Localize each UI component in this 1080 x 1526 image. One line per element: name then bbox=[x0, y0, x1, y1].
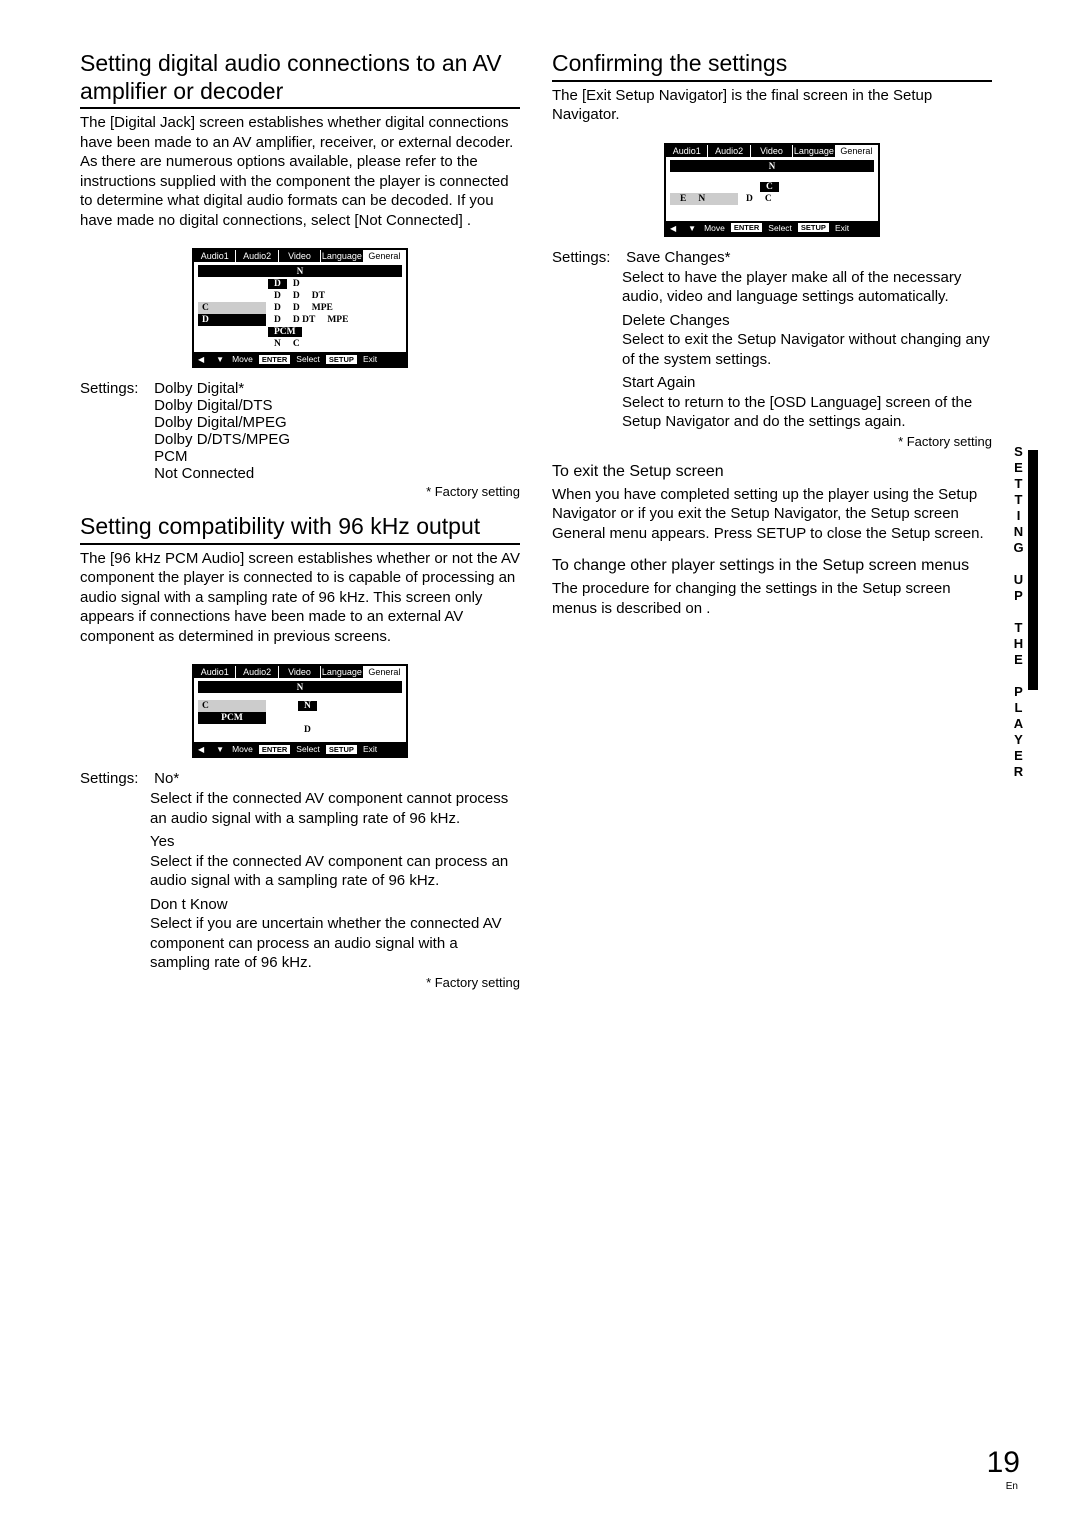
osd-foot-setup: SETUP bbox=[798, 223, 829, 232]
osd-tab: Audio1 bbox=[194, 250, 236, 262]
page-language: En bbox=[1006, 1481, 1018, 1492]
factory-setting-note: * Factory setting bbox=[80, 975, 520, 990]
osd-foot-setup: SETUP bbox=[326, 745, 357, 754]
osd-tab: Language bbox=[321, 250, 363, 262]
osd-tab: Language bbox=[793, 145, 835, 157]
setting-option-head: No* bbox=[154, 770, 179, 787]
osd-foot-enter: ENTER bbox=[259, 745, 290, 754]
setting-option: Dolby Digital/DTS bbox=[154, 397, 272, 414]
osd-screen-digital-jack: Audio1 Audio2 Video Language General N D… bbox=[192, 248, 408, 368]
para-96khz: The [96 kHz PCM Audio] screen establishe… bbox=[80, 549, 520, 647]
factory-setting-note: * Factory setting bbox=[552, 434, 992, 449]
setting-option: Don t Know bbox=[150, 895, 520, 915]
osd-screen-96khz: Audio1 Audio2 Video Language General N C… bbox=[192, 664, 408, 758]
side-tab-text: SETTING UP THE PLAYER bbox=[1011, 444, 1026, 780]
osd-foot-select: Select bbox=[296, 744, 320, 754]
heading-change-other: To change other player settings in the S… bbox=[552, 557, 992, 575]
osd-tab: Audio2 bbox=[236, 250, 278, 262]
osd-tab: Audio1 bbox=[666, 145, 708, 157]
para-digital-audio: The [Digital Jack] screen establishes wh… bbox=[80, 113, 520, 230]
setting-option: Delete Changes bbox=[622, 311, 992, 331]
osd-screen-exit-navigator: Audio1 Audio2 Video Language General N C… bbox=[664, 143, 880, 237]
setting-option: Not Connected bbox=[154, 465, 254, 482]
setting-option: PCM bbox=[154, 448, 187, 465]
settings-digital-jack: Settings: Dolby Digital* Dolby Digital/D… bbox=[80, 380, 520, 482]
osd-tab: Audio2 bbox=[236, 666, 278, 678]
settings-confirm: Settings: Save Changes* bbox=[552, 249, 992, 266]
osd-foot-move: Move bbox=[704, 223, 725, 233]
osd-tab-active: General bbox=[836, 145, 878, 157]
setting-desc: Select if the connected AV component can… bbox=[150, 852, 520, 891]
osd-tab: Audio2 bbox=[708, 145, 750, 157]
osd-foot-setup: SETUP bbox=[326, 355, 357, 364]
para-exit-setup: When you have completed setting up the p… bbox=[552, 485, 992, 544]
setting-option: Dolby D/DTS/MPEG bbox=[154, 431, 290, 448]
osd-tab: Video bbox=[279, 666, 321, 678]
osd-foot-exit: Exit bbox=[363, 744, 377, 754]
settings-label: Settings: bbox=[552, 249, 622, 266]
setting-option: Start Again bbox=[622, 373, 992, 393]
osd-tab: Audio1 bbox=[194, 666, 236, 678]
settings-label: Settings: bbox=[80, 380, 150, 397]
para-confirming: The [Exit Setup Navigator] is the final … bbox=[552, 86, 992, 125]
side-tab: SETTING UP THE PLAYER bbox=[1010, 450, 1038, 690]
setting-option-head: Save Changes* bbox=[626, 249, 730, 266]
para-change-other: The procedure for changing the settings … bbox=[552, 579, 992, 618]
heading-confirming: Confirming the settings bbox=[552, 50, 992, 82]
osd-foot-move: Move bbox=[232, 354, 253, 364]
settings-96khz: Settings: No* bbox=[80, 770, 520, 787]
osd-foot-select: Select bbox=[296, 354, 320, 364]
osd-tab-active: General bbox=[364, 250, 406, 262]
setting-desc: Select if you are uncertain whether the … bbox=[150, 914, 520, 973]
heading-exit-setup: To exit the Setup screen bbox=[552, 463, 992, 481]
page-number: 19 bbox=[987, 1446, 1020, 1480]
setting-option: Dolby Digital/MPEG bbox=[154, 414, 287, 431]
setting-option: Dolby Digital* bbox=[154, 380, 244, 397]
factory-setting-note: * Factory setting bbox=[80, 484, 520, 499]
osd-tab: Video bbox=[279, 250, 321, 262]
osd-foot-select: Select bbox=[768, 223, 792, 233]
osd-foot-enter: ENTER bbox=[731, 223, 762, 232]
osd-foot-enter: ENTER bbox=[259, 355, 290, 364]
setting-desc: Select if the connected AV component can… bbox=[150, 789, 520, 828]
setting-desc: Select to return to the [OSD Language] s… bbox=[622, 393, 992, 432]
osd-tab: Language bbox=[321, 666, 363, 678]
setting-option: Yes bbox=[150, 832, 520, 852]
heading-96khz: Setting compatibility with 96 kHz output bbox=[80, 513, 520, 545]
setting-desc: Select to exit the Setup Navigator witho… bbox=[622, 330, 992, 369]
setting-desc: Select to have the player make all of th… bbox=[622, 268, 992, 307]
osd-tab-active: General bbox=[364, 666, 406, 678]
heading-digital-audio: Setting digital audio connections to an … bbox=[80, 50, 520, 109]
osd-foot-exit: Exit bbox=[835, 223, 849, 233]
osd-foot-exit: Exit bbox=[363, 354, 377, 364]
settings-label: Settings: bbox=[80, 770, 150, 787]
osd-foot-move: Move bbox=[232, 744, 253, 754]
osd-tab: Video bbox=[751, 145, 793, 157]
